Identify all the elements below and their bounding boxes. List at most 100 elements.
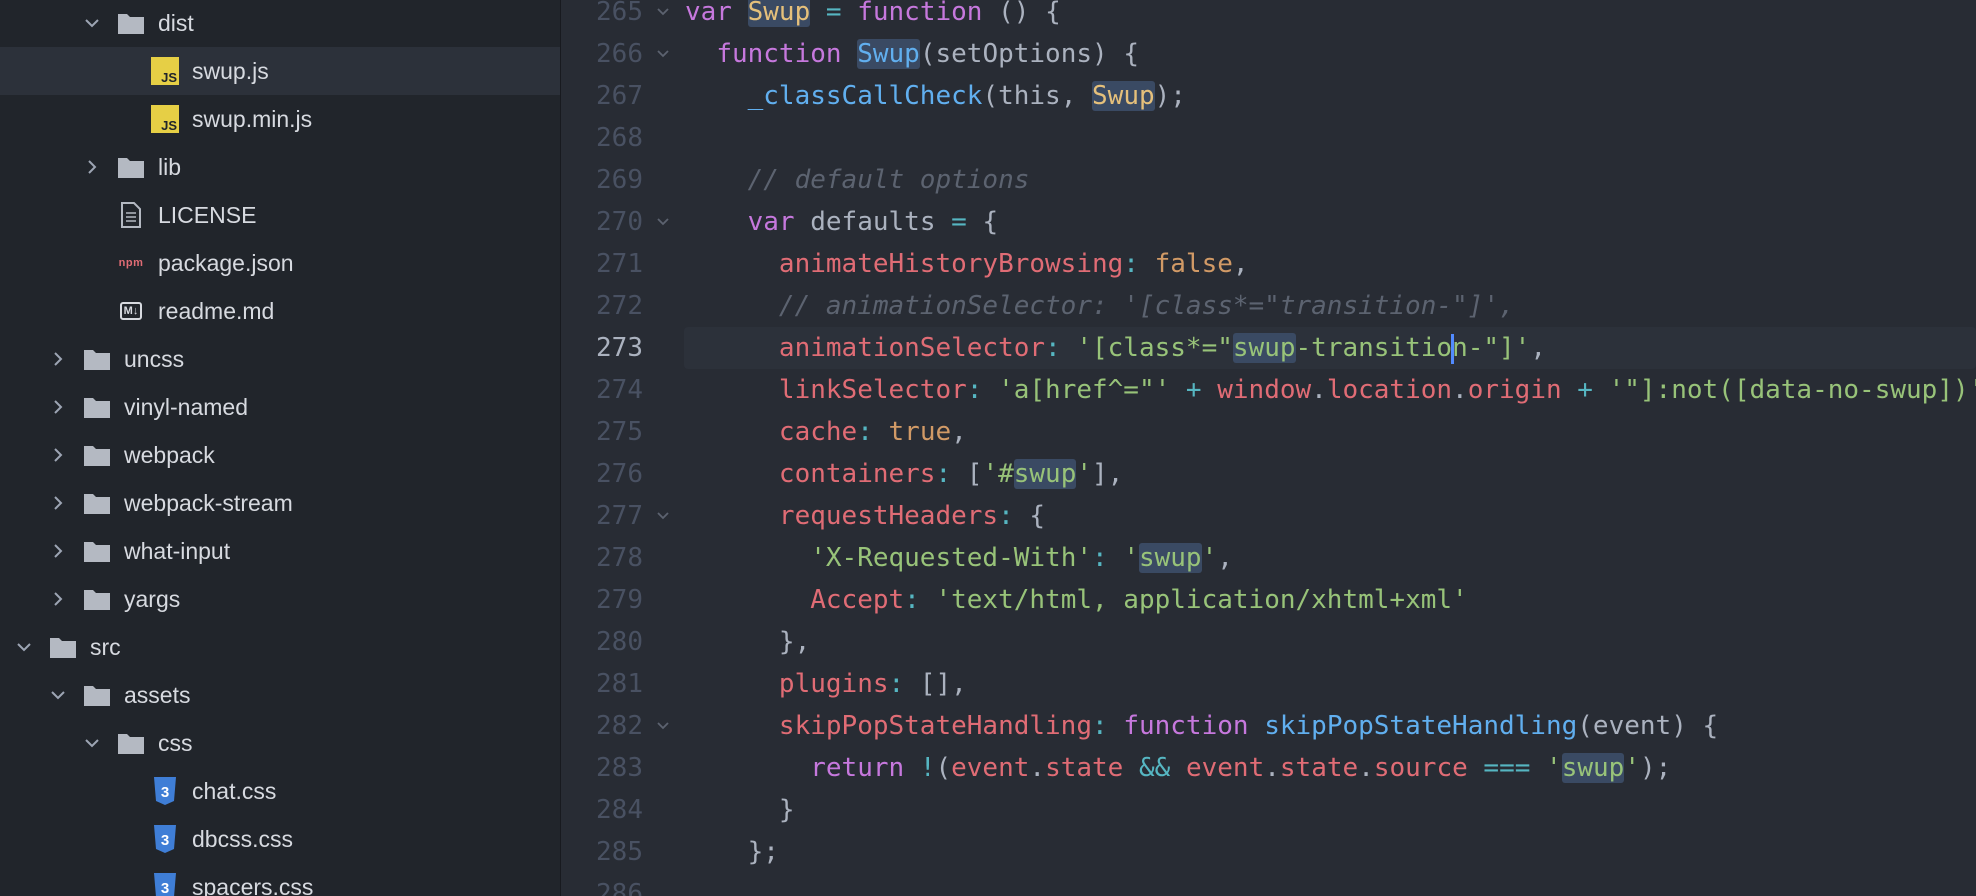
fold-chevron-icon[interactable] <box>656 719 670 733</box>
code-text: }, <box>685 621 810 663</box>
tree-file-item[interactable]: 3 chat.css <box>0 767 560 815</box>
code-token: . <box>1311 375 1327 405</box>
chevron-down-icon[interactable] <box>82 733 102 753</box>
chevron-down-icon[interactable] <box>48 685 68 705</box>
code-token: : <box>1092 711 1108 741</box>
tree-folder-item[interactable]: dist <box>0 0 560 47</box>
code-line[interactable]: 273 animationSelector: '[class*="swup-tr… <box>561 327 1976 369</box>
chevron-right-icon[interactable] <box>48 541 68 561</box>
fold-chevron-icon[interactable] <box>656 215 670 229</box>
tree-folder-item[interactable]: what-input <box>0 527 560 575</box>
line-number: 275 <box>596 417 643 447</box>
chevron-right-icon[interactable] <box>48 349 68 369</box>
line-number: 268 <box>596 123 643 153</box>
chevron-right-icon[interactable] <box>48 589 68 609</box>
code-line[interactable]: 283 return !(event.state && event.state.… <box>561 747 1976 789</box>
code-line[interactable]: 270 var defaults = { <box>561 201 1976 243</box>
fold-chevron-icon[interactable] <box>656 5 670 19</box>
tree-file-item[interactable]: JS swup.js <box>0 47 560 95</box>
code-line[interactable]: 274 linkSelector: 'a[href^="' + window.l… <box>561 369 1976 411</box>
tree-folder-item[interactable]: webpack <box>0 431 560 479</box>
code-token: { <box>1013 501 1046 531</box>
tree-folder-item[interactable]: src <box>0 623 560 671</box>
code-token: return <box>810 753 905 783</box>
tree-folder-item[interactable]: lib <box>0 143 560 191</box>
code-line[interactable]: 284 } <box>561 789 1976 831</box>
code-token: // default options <box>747 165 1030 195</box>
code-line[interactable]: 281 plugins: [], <box>561 663 1976 705</box>
tree-folder-item[interactable]: assets <box>0 671 560 719</box>
code-line[interactable]: 267 _classCallCheck(this, Swup); <box>561 75 1976 117</box>
folder-icon <box>82 586 112 612</box>
tree-item-label: uncss <box>124 345 185 372</box>
code-token: ' <box>1201 543 1218 573</box>
tree-item-label: vinyl-named <box>124 393 248 420</box>
code-token: , <box>1232 249 1249 279</box>
chevron-right-icon[interactable] <box>82 157 102 177</box>
code-line[interactable]: 279 Accept: 'text/html, application/xhtm… <box>561 579 1976 621</box>
code-token: location <box>1326 375 1453 405</box>
chevron-right-icon[interactable] <box>48 493 68 513</box>
tree-file-item[interactable]: JS swup.min.js <box>0 95 560 143</box>
code-line[interactable]: 286 <box>561 873 1976 896</box>
code-line[interactable]: 271 animateHistoryBrowsing: false, <box>561 243 1976 285</box>
code-line[interactable]: 275 cache: true, <box>561 411 1976 453</box>
tree-file-item[interactable]: 3 dbcss.css <box>0 815 560 863</box>
tree-folder-item[interactable]: css <box>0 719 560 767</box>
code-token: ], <box>1092 459 1124 489</box>
chevron-right-icon[interactable] <box>48 445 68 465</box>
code-token: = <box>951 207 967 237</box>
tree-item-label: webpack-stream <box>124 489 293 516</box>
code-token: function <box>1123 711 1249 741</box>
code-line[interactable]: 285 }; <box>561 831 1976 873</box>
line-number: 270 <box>596 207 643 237</box>
code-editor[interactable]: 265 var Swup = function () {266 function … <box>561 0 1976 896</box>
tree-item-label: chat.css <box>192 777 277 804</box>
line-number: 274 <box>596 375 643 405</box>
fold-chevron-icon[interactable] <box>656 47 670 61</box>
code-line[interactable]: 268 <box>561 117 1976 159</box>
js-file-icon: JS <box>150 105 180 133</box>
tree-file-item[interactable]: npm package.json <box>0 239 560 287</box>
code-token: Swup <box>747 0 811 27</box>
code-line[interactable]: 265 var Swup = function () { <box>561 0 1976 33</box>
js-file-icon: JS <box>150 57 180 85</box>
code-token: state <box>1045 753 1124 783</box>
code-line[interactable]: 269 // default options <box>561 159 1976 201</box>
code-line[interactable]: 272 // animationSelector: '[class*="tran… <box>561 285 1976 327</box>
tree-file-item[interactable]: 3 spacers.css <box>0 863 560 896</box>
tree-folder-item[interactable]: yargs <box>0 575 560 623</box>
code-line[interactable]: 278 'X-Requested-With': 'swup', <box>561 537 1976 579</box>
code-line[interactable]: 282 skipPopStateHandling: function skipP… <box>561 705 1976 747</box>
svg-text:3: 3 <box>161 880 169 896</box>
code-text: return !(event.state && event.state.sour… <box>685 747 1671 789</box>
chevron-down-icon[interactable] <box>82 13 102 33</box>
chevron-down-icon[interactable] <box>14 637 34 657</box>
code-line[interactable]: 277 requestHeaders: { <box>561 495 1976 537</box>
tree-folder-item[interactable]: webpack-stream <box>0 479 560 527</box>
code-line[interactable]: 276 containers: ['#swup'], <box>561 453 1976 495</box>
chevron-right-icon[interactable] <box>48 397 68 417</box>
code-line[interactable]: 280 }, <box>561 621 1976 663</box>
tree-folder-item[interactable]: uncss <box>0 335 560 383</box>
code-token: (event) { <box>1577 711 1719 741</box>
tree-file-item[interactable]: LICENSE <box>0 191 560 239</box>
tree-file-item[interactable]: M↓ readme.md <box>0 287 560 335</box>
fold-chevron-icon[interactable] <box>656 509 670 523</box>
code-token: = <box>825 0 842 27</box>
code-line[interactable]: 266 function Swup(setOptions) { <box>561 33 1976 75</box>
line-number: 267 <box>596 81 643 111</box>
tree-folder-item[interactable]: vinyl-named <box>0 383 560 431</box>
